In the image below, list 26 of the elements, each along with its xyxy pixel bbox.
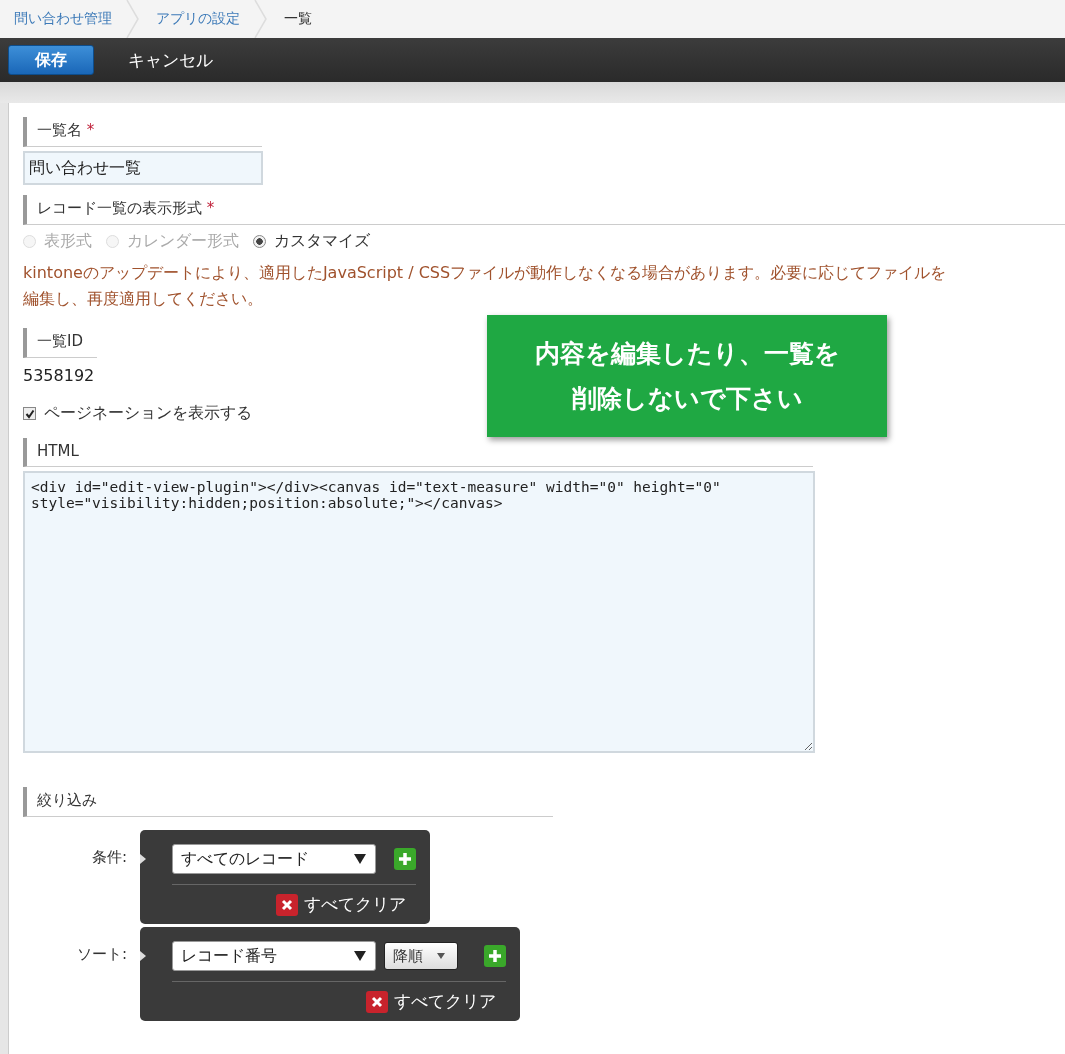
required-mark: * (86, 121, 95, 139)
save-button[interactable]: 保存 (8, 45, 94, 75)
filter-label: 条件: (90, 848, 128, 867)
cancel-button[interactable]: キャンセル (114, 48, 227, 72)
checkbox-label[interactable]: ページネーションを表示する (44, 403, 252, 424)
warning-text: kintoneのアップデートにより、適用したJavaScript / CSSファイルが動作しなくなる場合があります。必要に応じてファイルを編集し、再度適用してください。 (23, 262, 948, 310)
field-label: HTML (37, 442, 79, 460)
breadcrumb-link[interactable]: 問い合わせ管理 (12, 10, 126, 28)
html-code-field[interactable]: <div id="edit-view-plugin"></div><canvas id="text-measure" width="0" height="0" style="visibility:hidden;position:absolute;"></canvas> (23, 471, 815, 753)
clear-all-button[interactable]: すべてクリア (366, 990, 506, 1013)
radio-label[interactable]: カスタマイズ (274, 231, 370, 252)
field-label: 絞り込み (37, 791, 97, 809)
dropdown[interactable]: レコード番号 (172, 941, 376, 971)
view-id-value: 5358192 (23, 366, 96, 385)
notice-callout: 内容を編集したり、一覧を 削除しないで下さい (487, 315, 887, 437)
field-label: 一覧ID (37, 332, 83, 350)
clear-all-button[interactable]: すべてクリア (276, 893, 416, 916)
required-mark: * (206, 199, 215, 217)
dropdown[interactable]: すべてのレコード (172, 844, 376, 874)
filter-label: ソート: (75, 945, 128, 964)
field-label: レコード一覧の表示形式 (37, 199, 202, 217)
sort-order-dropdown[interactable]: 降順 (384, 942, 458, 970)
field-label: 一覧名 (37, 121, 82, 139)
breadcrumb-link[interactable]: アプリの設定 (154, 10, 254, 28)
breadcrumb-current: 一覧 (283, 10, 313, 28)
view-name-field[interactable]: 問い合わせ一覧 (23, 151, 263, 185)
